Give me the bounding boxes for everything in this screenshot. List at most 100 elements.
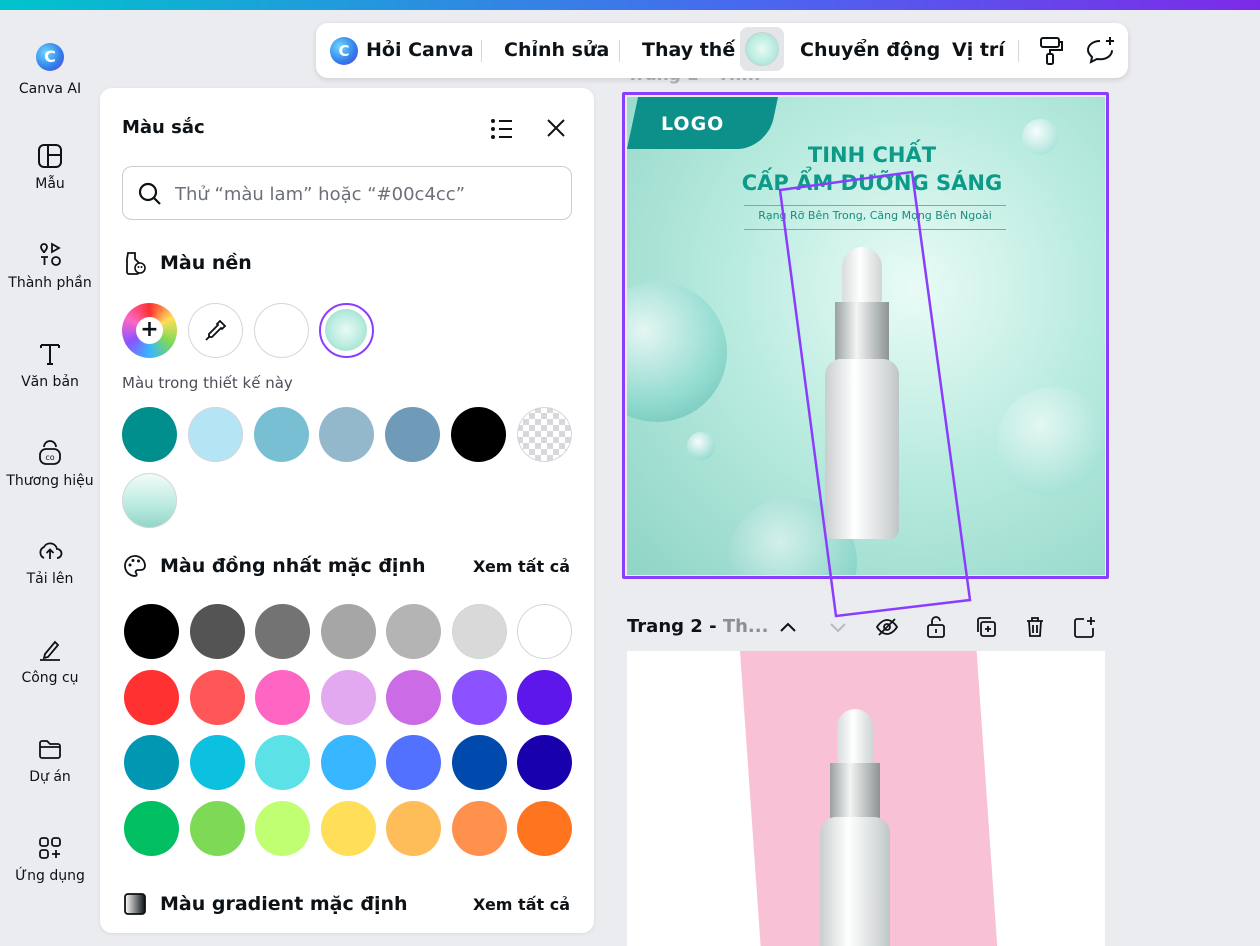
solid-color-swatch[interactable] [190,670,245,725]
solid-color-swatch[interactable] [452,670,507,725]
rail-label: Văn bản [21,374,79,390]
page2-title-dim: Th... [722,616,769,637]
design-gradient-swatch[interactable] [122,473,177,528]
background-heading-text: Màu nền [160,252,252,274]
solid-color-swatch[interactable] [255,735,310,790]
solid-heading-text: Màu đồng nhất mặc định [160,555,426,577]
search-icon [138,182,161,205]
solid-color-swatch[interactable] [190,735,245,790]
eye-hide-icon[interactable] [874,614,900,640]
trash-icon[interactable] [1022,614,1048,640]
solid-color-swatch[interactable] [321,670,376,725]
solid-color-swatch[interactable] [517,735,572,790]
rail-label: Công cụ [21,670,79,686]
brand-icon: co [39,440,61,465]
add-comment-icon[interactable] [1085,35,1117,65]
solid-color-swatch[interactable] [124,604,179,659]
eyedropper-icon [205,319,227,341]
design-color-swatch[interactable] [122,407,177,462]
ask-canva-button[interactable]: Hỏi Canva [366,39,474,61]
design-color-swatch[interactable] [188,407,243,462]
design-color-swatch[interactable] [254,407,309,462]
solid-color-swatch[interactable] [386,604,441,659]
tools-icon [40,640,60,661]
solid-color-swatch[interactable] [452,604,507,659]
see-all-solid-link[interactable]: Xem tất cả [473,557,570,576]
design-color-swatch[interactable] [451,407,506,462]
solid-color-swatch[interactable] [255,670,310,725]
page2-design[interactable] [627,651,1105,946]
format-painter-icon[interactable] [1037,36,1065,66]
design-color-swatch[interactable] [385,407,440,462]
add-page-icon[interactable] [1071,614,1097,640]
plus-icon: + [136,317,163,344]
rail-item-tools[interactable]: Công cụ [0,636,100,686]
palette-icon [124,555,146,577]
solid-color-swatch[interactable] [124,801,179,856]
solid-color-swatch[interactable] [386,670,441,725]
page2-title-strong: Trang 2 - [627,616,723,637]
rail-item-brand[interactable]: co Thương hiệu [0,439,100,489]
solid-color-swatch[interactable] [190,604,245,659]
solid-color-swatch[interactable] [386,735,441,790]
toolbar-divider [481,40,482,62]
solid-color-swatch[interactable] [517,670,572,725]
solid-color-swatch[interactable] [124,735,179,790]
see-all-gradient-link[interactable]: Xem tất cả [473,895,570,914]
solid-color-swatch[interactable] [255,801,310,856]
page2-title[interactable]: Trang 2 - Th... [627,616,768,637]
color-swatch-white[interactable] [254,303,309,358]
rail-item-text[interactable]: Văn bản [0,340,100,390]
solid-color-swatch[interactable] [190,801,245,856]
rail-item-elements[interactable]: Thành phần [0,241,100,291]
edit-button[interactable]: Chỉnh sửa [504,39,609,61]
gradient-icon [124,893,146,915]
add-color-button[interactable]: + [122,303,177,358]
rail-label: Canva AI [18,81,82,97]
solid-color-swatch[interactable] [517,604,572,659]
chevron-down-icon[interactable] [825,614,851,640]
upload-icon [39,542,63,559]
solid-color-swatch[interactable] [321,801,376,856]
color-swatch-selected[interactable] [319,303,374,358]
panel-title: Màu sắc [122,117,205,138]
design-color-swatch[interactable] [319,407,374,462]
animate-button[interactable]: Chuyển động [800,39,940,61]
solid-color-swatch[interactable] [255,604,310,659]
rail-label: Thương hiệu [6,473,94,489]
canva-ai-orb-icon[interactable]: C [330,37,358,65]
solid-color-swatch[interactable] [321,604,376,659]
solid-color-swatch[interactable] [321,735,376,790]
rail-item-apps[interactable]: Ứng dụng [0,834,100,884]
duplicate-icon[interactable] [973,614,999,640]
bottle-body [820,817,890,946]
left-rail: C Canva AI Mẫu Thành phần Văn bản co Thư… [0,10,100,946]
solid-color-swatch[interactable] [517,801,572,856]
solid-color-swatch[interactable] [386,801,441,856]
text-icon [40,344,60,365]
rail-item-templates[interactable]: Mẫu [0,142,100,192]
solid-color-swatch[interactable] [124,670,179,725]
eyedropper-button[interactable] [188,303,243,358]
chevron-up-icon[interactable] [775,614,801,640]
list-view-icon[interactable] [489,116,515,142]
transparent-swatch[interactable] [517,407,572,462]
color-panel: Màu sắc Màu nền + Màu trong thiết kế này… [100,88,594,933]
position-button[interactable]: Vị trí [952,39,1005,61]
svg-text:co: co [45,453,54,462]
rail-item-canva-ai[interactable]: C Canva AI [0,43,100,97]
solid-color-swatch[interactable] [452,801,507,856]
unlock-icon[interactable] [923,614,949,640]
color-search-field[interactable] [122,166,572,220]
search-input[interactable] [175,177,555,211]
rail-item-uploads[interactable]: Tải lên [0,537,100,587]
rail-label: Ứng dụng [15,868,85,884]
background-color-heading: Màu nền [122,250,252,276]
rail-item-projects[interactable]: Dự án [0,735,100,785]
replace-button[interactable]: Thay thế [642,39,735,61]
solid-color-swatch[interactable] [452,735,507,790]
gradient-heading-text: Màu gradient mặc định [160,893,408,915]
current-color-dot [746,33,778,65]
close-icon[interactable] [544,116,568,140]
color-picker-button[interactable] [740,27,784,71]
